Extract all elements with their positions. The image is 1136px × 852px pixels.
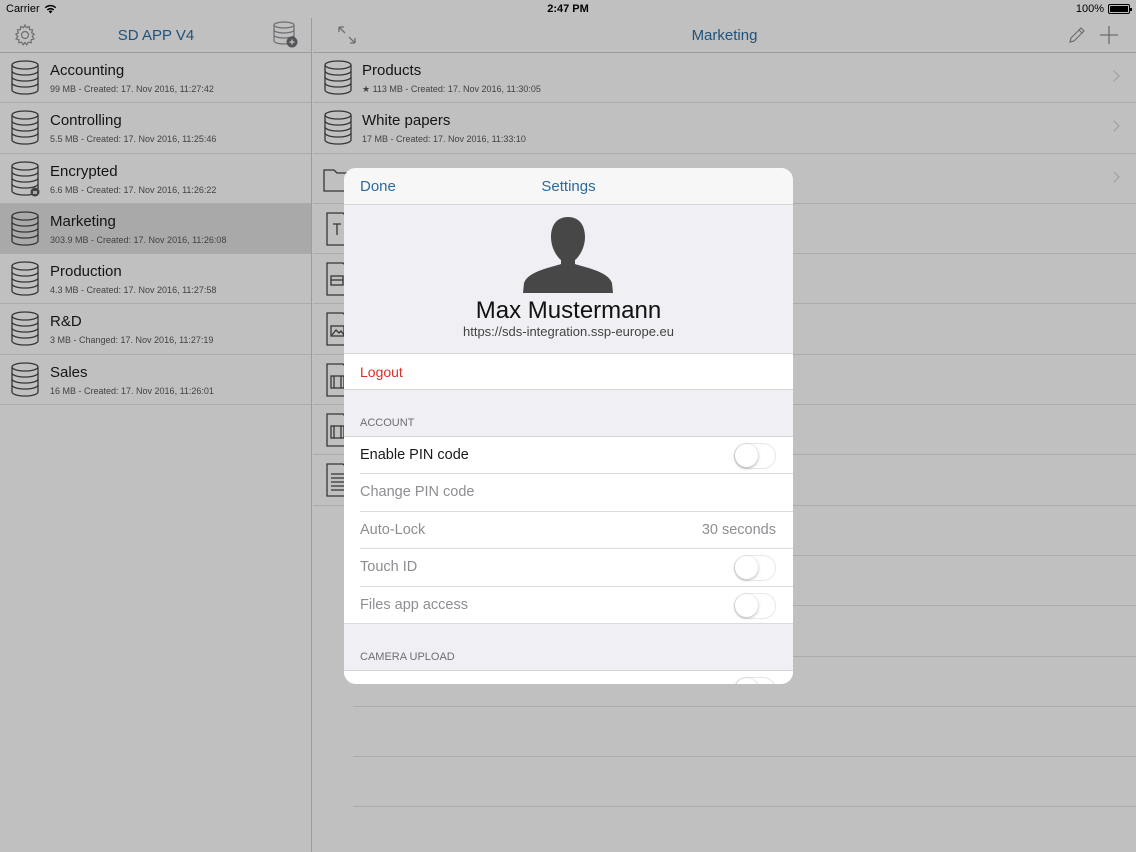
- files-app-access-toggle[interactable]: [734, 592, 776, 619]
- change-pin-row[interactable]: Change PIN code: [344, 474, 793, 513]
- files-app-access-label: Files app access: [360, 596, 468, 613]
- account-section-header: ACCOUNT: [344, 390, 793, 437]
- camera-upload-row: [344, 670, 793, 684]
- user-avatar-icon: [523, 217, 613, 293]
- account-header-label: ACCOUNT: [360, 417, 415, 429]
- logout-button[interactable]: Logout: [344, 354, 793, 390]
- settings-modal: Done Settings Max Mustermann https://sds…: [344, 168, 793, 684]
- camera-upload-header-label: CAMERA UPLOAD: [360, 650, 455, 663]
- touch-id-toggle[interactable]: [734, 555, 776, 582]
- enable-pin-toggle[interactable]: [734, 443, 776, 469]
- touch-id-label: Touch ID: [360, 559, 418, 576]
- enable-pin-row: Enable PIN code: [344, 437, 793, 475]
- user-profile: Max Mustermann https://sds-integration.s…: [344, 205, 793, 354]
- modal-title: Settings: [541, 178, 596, 195]
- server-url: https://sds-integration.ssp-europe.eu: [462, 324, 674, 339]
- camera-upload-toggle[interactable]: [734, 676, 776, 684]
- files-app-access-row: Files app access: [344, 586, 793, 625]
- touch-id-row: Touch ID: [344, 549, 793, 587]
- auto-lock-row[interactable]: Auto-Lock 30 seconds: [344, 511, 793, 550]
- change-pin-label: Change PIN code: [360, 484, 475, 501]
- auto-lock-value: 30 seconds: [701, 521, 776, 538]
- user-name: Max Mustermann: [475, 297, 662, 324]
- modal-header: Done Settings: [344, 168, 793, 205]
- auto-lock-label: Auto-Lock: [360, 521, 426, 538]
- enable-pin-label: Enable PIN code: [360, 447, 469, 463]
- logout-label: Logout: [360, 364, 403, 380]
- camera-upload-section-header: CAMERA UPLOAD: [344, 624, 793, 671]
